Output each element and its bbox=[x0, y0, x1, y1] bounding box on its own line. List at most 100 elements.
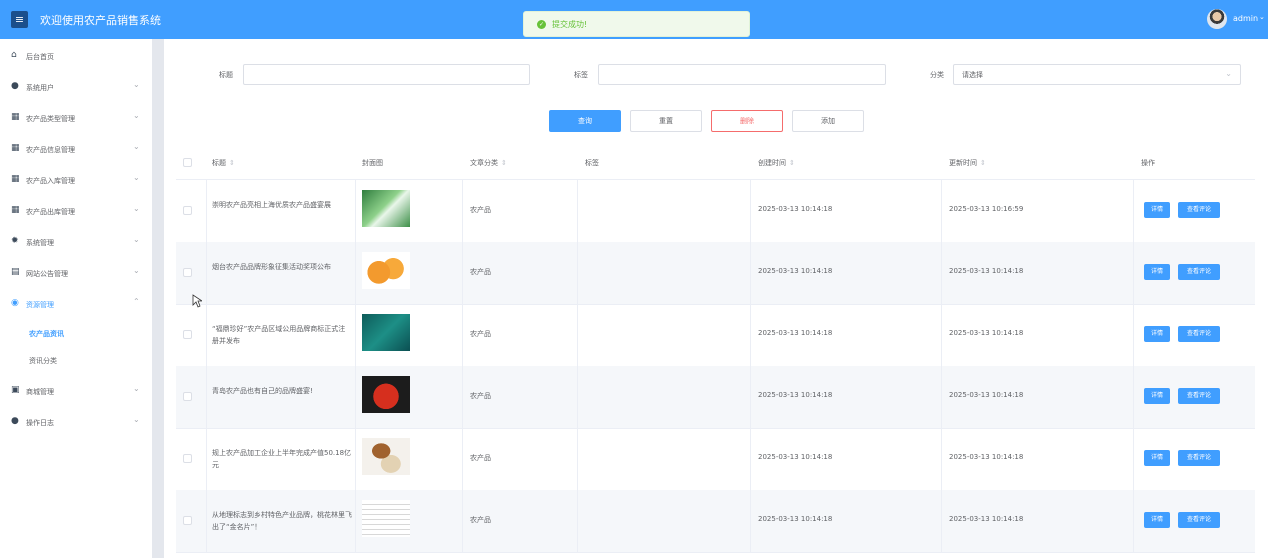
row-checkbox[interactable] bbox=[183, 516, 192, 525]
view-comments-button[interactable]: 查看评论 bbox=[1178, 450, 1220, 466]
header-actions: 操作 bbox=[1141, 159, 1155, 167]
chevron-down-icon: ⌄ bbox=[133, 111, 140, 120]
row-checkbox[interactable] bbox=[183, 206, 192, 215]
header-created[interactable]: 创建时间 ⇕ bbox=[758, 158, 795, 168]
table-row: 崇明农产品亮相上海优质农产品盛宴展 农产品 2025-03-13 10:14:18 2… bbox=[176, 180, 1255, 243]
sidebar-item-home[interactable]: ⌂ 后台首页 bbox=[0, 47, 152, 67]
search-button[interactable]: 查询 bbox=[549, 110, 621, 132]
user-name[interactable]: admin bbox=[1233, 14, 1258, 23]
sidebar-item-resources[interactable]: ◉ 资源管理 ⌃ bbox=[0, 295, 152, 315]
table-header: 标题 ⇕ 封面图 文章分类 ⇕ 标签 创建时间 ⇕ 更新时间 ⇕ 操作 bbox=[176, 147, 1255, 180]
row-updated: 2025-03-13 10:14:18 bbox=[949, 453, 1024, 461]
sidebar-subitem-product-news[interactable]: 农产品资讯 bbox=[29, 329, 64, 339]
row-category: 农产品 bbox=[470, 454, 491, 462]
app-title: 欢迎使用农产品销售系统 bbox=[40, 14, 161, 27]
sort-icon: ⇕ bbox=[980, 159, 986, 167]
reset-button[interactable]: 重置 bbox=[630, 110, 702, 132]
sidebar-item-system[interactable]: ✹ 系统管理 ⌄ bbox=[0, 233, 152, 253]
user-icon: ● bbox=[11, 81, 19, 91]
row-created: 2025-03-13 10:14:18 bbox=[758, 453, 833, 461]
sidebar-item-shop[interactable]: ▣ 商城管理 ⌄ bbox=[0, 382, 152, 402]
header-cover: 封面图 bbox=[362, 159, 383, 167]
chevron-down-icon: ⌄ bbox=[133, 173, 140, 182]
row-created: 2025-03-13 10:14:18 bbox=[758, 391, 833, 399]
header-updated[interactable]: 更新时间 ⇕ bbox=[949, 158, 986, 168]
menu-icon[interactable]: ≡ bbox=[11, 11, 28, 28]
sidebar-item-label: 系统用户 bbox=[26, 84, 54, 92]
chevron-down-icon: ⌄ bbox=[1225, 69, 1232, 78]
sidebar-item-logs[interactable]: ● 操作日志 ⌄ bbox=[0, 413, 152, 433]
title-filter-input[interactable] bbox=[243, 64, 530, 85]
view-comments-button[interactable]: 查看评论 bbox=[1178, 326, 1220, 342]
sidebar-item-product-info[interactable]: ▦ 农产品信息管理 ⌄ bbox=[0, 140, 152, 160]
detail-button[interactable]: 详情 bbox=[1144, 264, 1170, 280]
sidebar-item-stock-out[interactable]: ▦ 农产品出库管理 ⌄ bbox=[0, 202, 152, 222]
avatar[interactable] bbox=[1207, 9, 1227, 29]
sort-icon: ⇕ bbox=[789, 159, 795, 167]
header-category[interactable]: 文章分类 ⇕ bbox=[470, 158, 507, 168]
row-checkbox[interactable] bbox=[183, 268, 192, 277]
sidebar-subitem-news-category[interactable]: 资讯分类 bbox=[29, 356, 57, 366]
view-comments-button[interactable]: 查看评论 bbox=[1178, 512, 1220, 528]
sidebar-item-stock-in[interactable]: ▦ 农产品入库管理 ⌄ bbox=[0, 171, 152, 191]
row-title: 青岛农产品也有自己的品牌盛宴! bbox=[212, 387, 313, 395]
select-all-checkbox[interactable] bbox=[183, 158, 192, 167]
grid-icon: ▦ bbox=[11, 205, 20, 215]
row-category: 农产品 bbox=[470, 268, 491, 276]
category-select[interactable]: 请选择 ⌄ bbox=[953, 64, 1241, 85]
chevron-down-icon: ⌄ bbox=[133, 384, 140, 393]
chevron-down-icon[interactable]: ⌄ bbox=[1259, 13, 1265, 21]
cover-image bbox=[362, 252, 410, 289]
sidebar-item-label: 资源管理 bbox=[26, 301, 54, 309]
view-comments-button[interactable]: 查看评论 bbox=[1178, 202, 1220, 218]
grid-icon: ▦ bbox=[11, 174, 20, 184]
view-comments-button[interactable]: 查看评论 bbox=[1178, 388, 1220, 404]
sidebar-gutter bbox=[152, 39, 164, 558]
sidebar-item-label: 网站公告管理 bbox=[26, 270, 68, 278]
sort-icon: ⇕ bbox=[501, 159, 507, 167]
row-title: 规上农产品加工企业上半年完成产值50.18亿元 bbox=[212, 449, 352, 469]
table-row: 青岛农产品也有自己的品牌盛宴! 农产品 2025-03-13 10:14:18 202… bbox=[176, 366, 1255, 429]
cover-image bbox=[362, 438, 410, 475]
toast-message: 提交成功! bbox=[552, 20, 588, 29]
row-updated: 2025-03-13 10:14:18 bbox=[949, 329, 1024, 337]
row-updated: 2025-03-13 10:14:18 bbox=[949, 391, 1024, 399]
sidebar-item-product-types[interactable]: ▦ 农产品类型管理 ⌄ bbox=[0, 109, 152, 129]
cover-image bbox=[362, 314, 410, 351]
table-row: 烟台农产品品牌形象征集活动奖项公布 农产品 2025-03-13 10:14:18 2… bbox=[176, 242, 1255, 305]
tags-filter-input[interactable] bbox=[598, 64, 886, 85]
detail-button[interactable]: 详情 bbox=[1144, 202, 1170, 218]
chevron-down-icon: ⌄ bbox=[133, 235, 140, 244]
delete-button[interactable]: 删除 bbox=[711, 110, 783, 132]
header-title[interactable]: 标题 ⇕ bbox=[212, 158, 235, 168]
sidebar-item-label: 农产品信息管理 bbox=[26, 146, 75, 154]
sidebar-item-system-users[interactable]: ● 系统用户 ⌄ bbox=[0, 78, 152, 98]
sidebar-item-label: 农产品入库管理 bbox=[26, 177, 75, 185]
sidebar-item-label: 操作日志 bbox=[26, 419, 54, 427]
row-created: 2025-03-13 10:14:18 bbox=[758, 205, 833, 213]
row-checkbox[interactable] bbox=[183, 392, 192, 401]
view-comments-button[interactable]: 查看评论 bbox=[1178, 264, 1220, 280]
detail-button[interactable]: 详情 bbox=[1144, 388, 1170, 404]
row-created: 2025-03-13 10:14:18 bbox=[758, 329, 833, 337]
title-filter-label: 标题 bbox=[219, 71, 233, 79]
row-updated: 2025-03-13 10:14:18 bbox=[949, 267, 1024, 275]
row-updated: 2025-03-13 10:16:59 bbox=[949, 205, 1024, 213]
sidebar-item-label: 后台首页 bbox=[26, 53, 54, 61]
detail-button[interactable]: 详情 bbox=[1144, 450, 1170, 466]
row-updated: 2025-03-13 10:14:18 bbox=[949, 515, 1024, 523]
chevron-down-icon: ⌄ bbox=[133, 80, 140, 89]
chevron-up-icon: ⌃ bbox=[133, 297, 140, 306]
row-checkbox[interactable] bbox=[183, 330, 192, 339]
sidebar-item-label: 农产品类型管理 bbox=[26, 115, 75, 123]
row-checkbox[interactable] bbox=[183, 454, 192, 463]
sidebar-item-label: 系统管理 bbox=[26, 239, 54, 247]
add-button[interactable]: 添加 bbox=[792, 110, 864, 132]
row-title: 从地理标志到乡村特色产业品牌，桃花林里飞出了“金名片”！ bbox=[212, 511, 352, 531]
detail-button[interactable]: 详情 bbox=[1144, 326, 1170, 342]
sidebar-item-label: 农产品出库管理 bbox=[26, 208, 75, 216]
detail-button[interactable]: 详情 bbox=[1144, 512, 1170, 528]
row-category: 农产品 bbox=[470, 330, 491, 338]
sidebar-item-notices[interactable]: ▤ 网站公告管理 ⌄ bbox=[0, 264, 152, 284]
sidebar: ⌂ 后台首页 ● 系统用户 ⌄ ▦ 农产品类型管理 ⌄ ▦ 农产品信息管理 ⌄ … bbox=[0, 39, 152, 558]
